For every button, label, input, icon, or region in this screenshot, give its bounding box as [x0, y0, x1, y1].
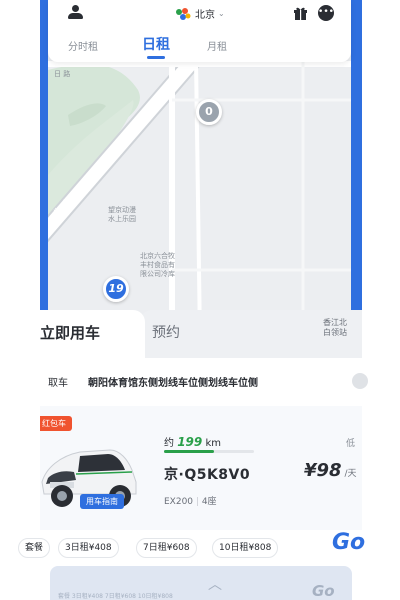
next-card-packages: 套餐 3日租¥408 7日租¥608 10日租¥808	[58, 593, 173, 600]
next-car-card-peek[interactable]: ︿ 套餐 3日租¥408 7日租¥608 10日租¥808 Go	[50, 566, 352, 600]
car-card[interactable]: 红包车 用车指南 约 199 km 京·Q5K8V0 EX200 | 4座 低 …	[40, 406, 362, 530]
tab-reserve[interactable]: 预约	[152, 322, 180, 342]
user-icon[interactable]	[68, 5, 83, 20]
chevron-down-icon: ⌄	[218, 9, 225, 18]
license-plate: 京·Q5K8V0	[164, 467, 251, 483]
tab-monthly[interactable]: 月租	[207, 38, 227, 53]
booking-sheet: 立即用车 预约 香江北 白领站 取车 朝阳体育馆东侧划线车位侧划线车位侧 红包车	[18, 300, 368, 600]
rental-mode-tabs: 分时租 日租 月租	[48, 34, 351, 59]
header-row: 北京 ⌄ •••	[48, 0, 351, 26]
package-chip[interactable]: 7日租¥608	[136, 538, 197, 558]
daily-price: ¥98 /天	[304, 460, 357, 481]
chevron-up-icon[interactable]: ︿	[208, 574, 222, 594]
package-list: 套餐 3日租¥408 7日租¥608 10日租¥808	[18, 538, 362, 560]
station-label: 香江北 白领站	[323, 318, 347, 337]
next-card-go: Go	[312, 582, 335, 600]
active-tab-indicator	[147, 56, 165, 59]
sheet-body: 取车 朝阳体育馆东侧划线车位侧划线车位侧 红包车 用车指南 约 199 km 京…	[18, 358, 368, 600]
booking-mode-tabs: 立即用车 预约 香江北 白领站	[40, 300, 362, 358]
location-arrow-icon[interactable]	[352, 373, 368, 389]
tab-daily[interactable]: 日租	[142, 34, 170, 54]
map-station-pin[interactable]: 0	[196, 99, 222, 125]
range-bar	[164, 450, 254, 453]
package-chip[interactable]: 套餐	[18, 538, 51, 558]
pickup-label: 取车	[48, 378, 68, 389]
package-chip[interactable]: 3日租¥408	[58, 538, 119, 558]
price-note: 低	[346, 439, 356, 449]
range-text: 约 199 km	[164, 435, 221, 449]
go-button[interactable]: Go	[332, 530, 365, 555]
pickup-location-row[interactable]: 取车 朝阳体育馆东侧划线车位侧划线车位侧	[40, 370, 368, 394]
city-selector[interactable]: 北京 ⌄	[174, 6, 225, 21]
tab-immediate[interactable]: 立即用车	[40, 322, 100, 343]
top-header-card: 北京 ⌄ ••• 分时租 日租 月租	[48, 0, 351, 62]
brand-logo-icon	[176, 7, 191, 20]
range-bar-fill	[164, 450, 215, 453]
map-label-street: 日 路	[54, 70, 71, 78]
red-envelope-badge: 红包车	[40, 416, 72, 431]
message-icon[interactable]: •••	[318, 5, 334, 21]
car-guide-button[interactable]: 用车指南	[80, 494, 124, 509]
tab-hourly[interactable]: 分时租	[68, 38, 98, 53]
map-label-poi-waterpark: 望京动漫 水上乐园	[108, 206, 136, 223]
map-label-poi-coldstorage: 北京六合牧 丰村食品有 限公司冷库	[140, 252, 175, 278]
map-station-pin-selected[interactable]: 19	[103, 276, 129, 302]
city-name: 北京	[195, 10, 215, 21]
app-screen: 日 路 朱 高 速 望京动漫 水上乐园 北京六合牧 丰村食品有 限公司冷库 0 …	[0, 0, 400, 600]
package-chip[interactable]: 10日租¥808	[212, 538, 279, 558]
pickup-address: 朝阳体育馆东侧划线车位侧划线车位侧	[88, 378, 258, 389]
range-value: 199	[177, 435, 203, 449]
car-model: EX200 | 4座	[164, 497, 217, 507]
gift-icon[interactable]	[293, 6, 308, 20]
